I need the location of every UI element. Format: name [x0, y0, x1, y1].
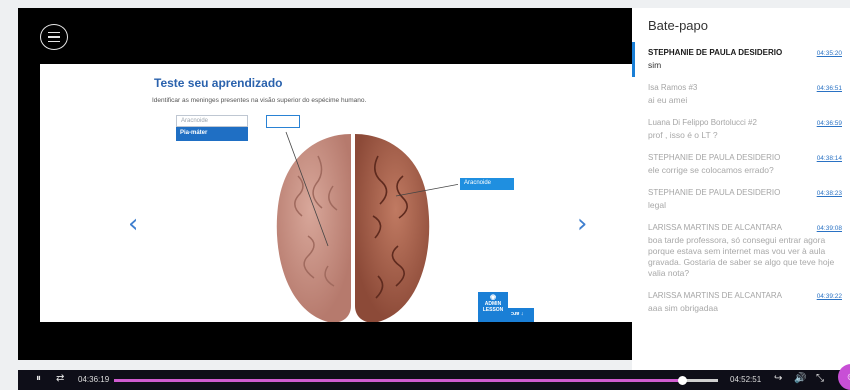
chat-message-header: Luana Di Felippo Bortolucci #2 04:36:59	[648, 118, 842, 127]
chat-message-text: boa tarde professora, só consegui entrar…	[648, 235, 835, 278]
chat-message-header: LARISSA MARTINS DE ALCANTARA 04:39:22	[648, 291, 842, 300]
pause-icon[interactable]: ⏸	[36, 373, 41, 384]
chat-timestamp-link[interactable]: 04:36:59	[817, 120, 842, 127]
chat-message: LARISSA MARTINS DE ALCANTARA 04:39:08 boa …	[632, 217, 850, 285]
chat-author: STEPHANIE DE PAULA DESIDERIO	[648, 48, 783, 57]
chat-timestamp-link[interactable]: 04:39:22	[817, 293, 842, 300]
fullscreen-icon[interactable]: ⤡	[816, 373, 824, 384]
label-tag[interactable]: Aracnoide	[460, 178, 514, 190]
app-frame: Teste seu aprendizado Identificar as men…	[0, 0, 850, 390]
chat-timestamp-link[interactable]: 04:36:51	[817, 85, 842, 92]
share-icon[interactable]: ↪	[774, 373, 782, 384]
admin-lesson-button[interactable]: ◉ ADMIN LESSON	[478, 292, 508, 322]
progress-handle[interactable]	[677, 376, 687, 385]
chat-message-text: aaa sim obrigadaa	[648, 303, 718, 313]
total-time: 04:52:51	[730, 375, 762, 384]
previous-slide-icon[interactable]: ‹	[128, 209, 138, 239]
progress-fill	[114, 379, 682, 382]
chat-author: Luana Di Felippo Bortolucci #2	[648, 118, 757, 127]
chat-timestamp-link[interactable]: 04:38:14	[817, 155, 842, 162]
chat-message-text: ai eu amei	[648, 95, 688, 105]
chat-author: Isa Ramos #3	[648, 83, 698, 92]
chat-message-text: prof , isso é o LT ?	[648, 130, 718, 140]
chat-timestamp-link[interactable]: 04:39:08	[817, 225, 842, 232]
chat-timestamp-link[interactable]: 04:38:23	[817, 190, 842, 197]
chat-message-header: LARISSA MARTINS DE ALCANTARA 04:39:08	[648, 223, 842, 232]
slide-instruction: Identificar as meninges presentes na vis…	[152, 97, 367, 104]
chat-message: STEPHANIE DE PAULA DESIDERIO 04:38:23 lega…	[632, 182, 850, 217]
player-controls: ⏸ ⇄ 04:36:19 04:52:51 ↪ 🔊 ⤡ ☺	[18, 364, 850, 390]
chat-message-header: STEPHANIE DE PAULA DESIDERIO 04:35:20	[648, 48, 842, 57]
dropdown-option-selected[interactable]: Pia-máter	[176, 127, 248, 141]
chat-author: LARISSA MARTINS DE ALCANTARA	[648, 291, 782, 300]
chat-panel: Bate-papo STEPHANIE DE PAULA DESIDERIO 04…	[632, 8, 850, 370]
answer-dropdown[interactable]: Aracnoide Pia-máter	[176, 115, 248, 141]
chat-message-text: ele corrige se colocamos errado?	[648, 165, 774, 175]
lesson-label: LESSON	[482, 307, 504, 313]
next-slide-icon[interactable]: ›	[577, 209, 587, 239]
chat-message-text: sim	[648, 60, 662, 70]
chat-author: STEPHANIE DE PAULA DESIDERIO	[648, 153, 781, 162]
menu-icon[interactable]	[40, 24, 68, 50]
dropdown-option[interactable]: Aracnoide	[176, 115, 248, 127]
admin-secondary-button[interactable]: ɔɹɐ ↓	[508, 308, 534, 322]
lesson-slide: Teste seu aprendizado Identificar as men…	[40, 64, 648, 322]
current-time: 04:36:19	[78, 375, 110, 384]
chat-message: Luana Di Felippo Bortolucci #2 04:36:59 pr…	[632, 112, 850, 147]
chat-message-text: legal	[648, 200, 666, 210]
chat-message: LARISSA MARTINS DE ALCANTARA 04:39:22 aaa …	[632, 285, 850, 320]
chat-author: LARISSA MARTINS DE ALCANTARA	[648, 223, 782, 232]
chat-message: Isa Ramos #3 04:36:51 ai eu amei	[632, 77, 850, 112]
chat-message-header: Isa Ramos #3 04:36:51	[648, 83, 842, 92]
slide-title: Teste seu aprendizado	[154, 76, 283, 90]
loop-icon[interactable]: ⇄	[56, 373, 64, 384]
chat-timestamp-link[interactable]: 04:35:20	[817, 50, 842, 57]
brain-image	[276, 131, 458, 322]
chat-message-header: STEPHANIE DE PAULA DESIDERIO 04:38:23	[648, 188, 842, 197]
chat-list: STEPHANIE DE PAULA DESIDERIO 04:35:20 sim I…	[632, 42, 850, 320]
volume-icon[interactable]: 🔊	[794, 373, 806, 384]
chat-title: Bate-papo	[648, 18, 708, 33]
progress-bar[interactable]	[114, 376, 718, 385]
chat-message: STEPHANIE DE PAULA DESIDERIO 04:35:20 sim	[632, 42, 850, 77]
chat-message-header: STEPHANIE DE PAULA DESIDERIO 04:38:14	[648, 153, 842, 162]
chat-author: STEPHANIE DE PAULA DESIDERIO	[648, 188, 781, 197]
video-player[interactable]: Teste seu aprendizado Identificar as men…	[18, 8, 648, 360]
chat-message: STEPHANIE DE PAULA DESIDERIO 04:38:14 ele …	[632, 147, 850, 182]
